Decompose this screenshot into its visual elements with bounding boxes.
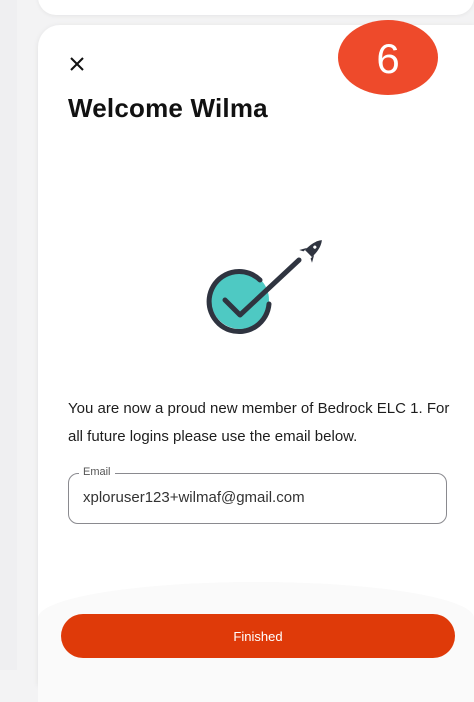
email-value: xploruser123+wilmaf@gmail.com	[83, 489, 305, 506]
email-label: Email	[79, 466, 115, 478]
rocket-check-icon	[206, 240, 322, 335]
email-field[interactable]: Email xploruser123+wilmaf@gmail.com	[68, 466, 447, 524]
background-strip	[0, 0, 17, 670]
welcome-message: You are now a proud new member of Bedroc…	[68, 400, 450, 445]
finished-button[interactable]: Finished	[61, 614, 455, 658]
close-icon[interactable]	[68, 55, 86, 73]
step-badge: 6	[338, 20, 438, 95]
background-card	[38, 0, 474, 15]
page-title: Welcome Wilma	[68, 93, 268, 123]
